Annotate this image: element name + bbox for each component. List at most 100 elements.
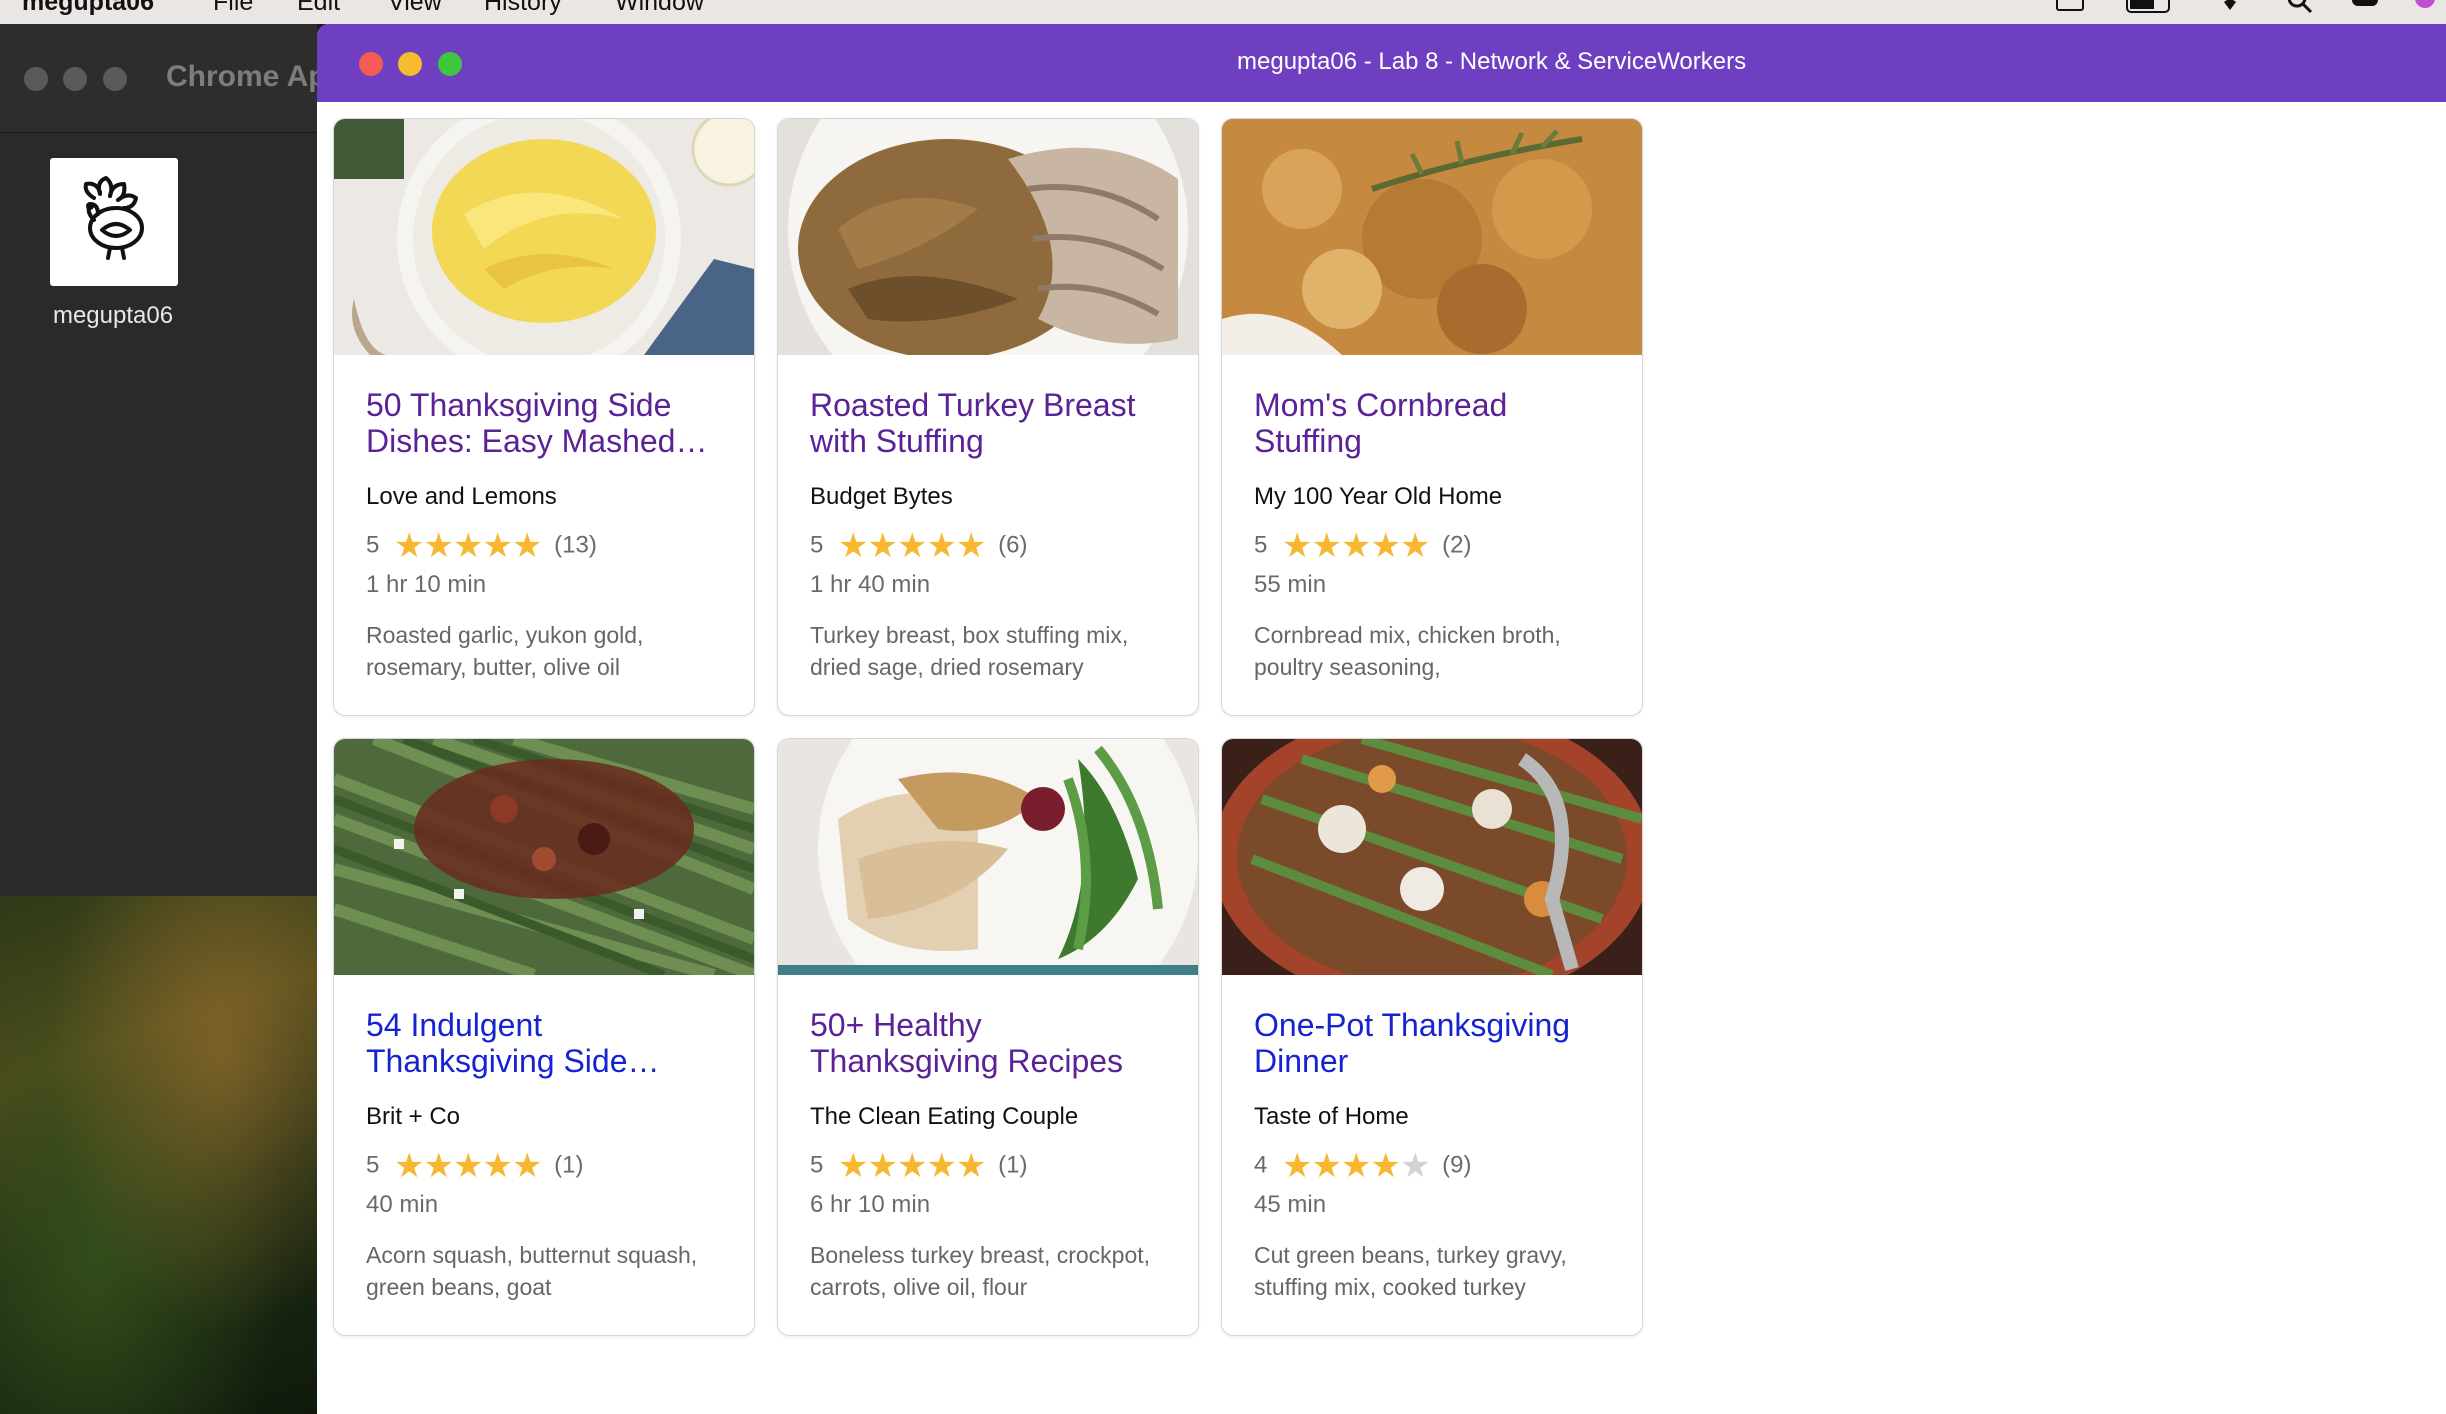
review-count: (1)	[554, 1151, 584, 1179]
app-window: megupta06 - Lab 8 - Network & ServiceWor…	[317, 24, 2446, 1414]
menu-app-name[interactable]: megupta06	[22, 0, 154, 17]
rating-value: 5	[366, 531, 380, 559]
input-menu-icon[interactable]	[2055, 0, 2085, 14]
rating-value: 5	[1254, 531, 1268, 559]
recipe-title[interactable]: Mom's Cornbread Stuffing	[1254, 387, 1616, 459]
recipe-card[interactable]: One-Pot Thanksgiving Dinner Taste of Hom…	[1221, 738, 1643, 1336]
recipe-time: 6 hr 10 min	[810, 1191, 931, 1218]
window-title: megupta06 - Lab 8 - Network & ServiceWor…	[1237, 48, 1747, 75]
recipe-title[interactable]: 50+ Healthy Thanksgiving Recipes	[810, 1007, 1172, 1079]
inactive-minimize-button[interactable]	[63, 67, 87, 91]
review-count: (1)	[998, 1151, 1028, 1179]
recipe-ingredients: Cut green beans, turkey gravy, stuffing …	[1254, 1242, 1567, 1300]
recipe-source: My 100 Year Old Home	[1254, 483, 1503, 510]
star-filled-icon: ★	[394, 1147, 425, 1186]
battery-icon[interactable]	[2125, 0, 2175, 14]
review-count: (6)	[998, 531, 1028, 559]
mashed-potatoes-image[interactable]	[334, 119, 754, 355]
app-tile-megupta06[interactable]	[50, 158, 178, 286]
star-filled-icon: ★	[1341, 1147, 1372, 1186]
recipe-time: 45 min	[1254, 1191, 1327, 1218]
recipe-source: Love and Lemons	[366, 483, 557, 510]
review-count: (2)	[1442, 531, 1472, 559]
close-button[interactable]	[359, 52, 383, 76]
star-filled-icon: ★	[838, 527, 869, 566]
inactive-zoom-button[interactable]	[103, 67, 127, 91]
turkey-stuffing-image[interactable]	[778, 119, 1198, 355]
recipe-time: 1 hr 10 min	[366, 571, 487, 598]
star-filled-icon: ★	[453, 527, 484, 566]
green-beans-image[interactable]	[334, 739, 754, 975]
menu-file[interactable]: File	[213, 0, 253, 17]
star-filled-icon: ★	[955, 527, 987, 566]
star-filled-icon: ★	[482, 527, 513, 566]
sliced-turkey-plate-image[interactable]	[778, 739, 1198, 975]
wifi-icon[interactable]	[2215, 0, 2245, 14]
rating-value: 5	[810, 1151, 824, 1179]
star-rating-icons: ★★★★★	[394, 1145, 543, 1186]
one-pot-dinner-image[interactable]	[1222, 739, 1642, 975]
recipe-card[interactable]: Roasted Turkey Breast with Stuffing Budg…	[777, 118, 1199, 716]
recipe-card[interactable]: 50+ Healthy Thanksgiving Recipes The Cle…	[777, 738, 1199, 1336]
star-rating-icons: ★★★★★	[838, 1145, 987, 1186]
recipe-source: Budget Bytes	[810, 483, 953, 510]
star-filled-icon: ★	[423, 1147, 455, 1186]
rating-value: 5	[366, 1151, 380, 1179]
star-filled-icon: ★	[867, 527, 899, 566]
recipe-title[interactable]: One-Pot Thanksgiving Dinner	[1254, 1007, 1616, 1079]
inactive-close-button[interactable]	[24, 67, 48, 91]
minimize-button[interactable]	[398, 52, 422, 76]
chrome-apps-window: Chrome Ap megupta06	[0, 24, 327, 896]
star-filled-icon: ★	[897, 527, 928, 566]
star-filled-icon: ★	[1311, 527, 1343, 566]
window-titlebar[interactable]: megupta06 - Lab 8 - Network & ServiceWor…	[317, 24, 2446, 102]
chrome-apps-title: Chrome Ap	[166, 60, 327, 93]
recipe-source: Taste of Home	[1254, 1103, 1409, 1130]
star-filled-icon: ★	[838, 1147, 869, 1186]
recipe-time: 40 min	[366, 1191, 439, 1218]
recipe-title[interactable]: 50 Thanksgiving Side Dishes: Easy Mashed…	[366, 387, 728, 459]
recipe-card[interactable]: Mom's Cornbread Stuffing My 100 Year Old…	[1221, 118, 1643, 716]
star-filled-icon: ★	[955, 1147, 987, 1186]
chrome-apps-titlebar: Chrome Ap	[0, 24, 327, 133]
siri-icon[interactable]	[2410, 0, 2440, 14]
star-rating-icons: ★★★★★	[394, 525, 543, 566]
zoom-button[interactable]	[438, 52, 462, 76]
recipe-card[interactable]: 54 Indulgent Thanksgiving Side… Brit + C…	[333, 738, 755, 1336]
recipe-ingredients: Cornbread mix, chicken broth, poultry se…	[1254, 622, 1561, 680]
recipe-source: The Clean Eating Couple	[810, 1103, 1079, 1130]
star-filled-icon: ★	[926, 527, 957, 566]
menu-bar: megupta06 File Edit View History Window	[0, 0, 2446, 24]
star-rating-icons: ★★★★★	[1282, 1145, 1430, 1186]
recipe-time: 55 min	[1254, 571, 1327, 598]
control-center-icon[interactable]	[2350, 0, 2380, 14]
recipe-ingredients: Roasted garlic, yukon gold, rosemary, bu…	[366, 622, 644, 680]
cornbread-stuffing-image[interactable]	[1222, 119, 1642, 355]
menu-window[interactable]: Window	[615, 0, 704, 17]
star-filled-icon: ★	[482, 1147, 513, 1186]
recipe-title[interactable]: Roasted Turkey Breast with Stuffing	[810, 387, 1172, 459]
review-count: (13)	[554, 531, 597, 559]
star-filled-icon: ★	[897, 1147, 928, 1186]
recipe-ingredients: Turkey breast, box stuffing mix, dried s…	[810, 622, 1129, 680]
star-filled-icon: ★	[511, 1147, 543, 1186]
menu-history[interactable]: History	[484, 0, 562, 17]
spotlight-search-icon[interactable]	[2285, 0, 2315, 14]
turkey-icon	[83, 176, 144, 260]
recipe-source: Brit + Co	[366, 1103, 461, 1130]
star-filled-icon: ★	[926, 1147, 957, 1186]
recipe-rating: 5 ★★★★★ (6)	[810, 525, 1028, 565]
review-count: (9)	[1442, 1151, 1472, 1179]
recipe-title[interactable]: 54 Indulgent Thanksgiving Side…	[366, 1007, 728, 1079]
recipe-rating: 5 ★★★★★ (2)	[1254, 525, 1472, 565]
desktop-wallpaper	[0, 896, 317, 1414]
menu-edit[interactable]: Edit	[297, 0, 340, 17]
recipe-ingredients: Acorn squash, butternut squash, green be…	[366, 1242, 698, 1300]
recipe-card[interactable]: 50 Thanksgiving Side Dishes: Easy Mashed…	[333, 118, 755, 716]
star-filled-icon: ★	[511, 527, 543, 566]
recipe-time: 1 hr 40 min	[810, 571, 931, 598]
rating-value: 4	[1254, 1151, 1268, 1179]
recipe-rating: 4 ★★★★★ (9)	[1254, 1145, 1472, 1185]
menu-view[interactable]: View	[388, 0, 442, 17]
star-filled-icon: ★	[867, 1147, 899, 1186]
